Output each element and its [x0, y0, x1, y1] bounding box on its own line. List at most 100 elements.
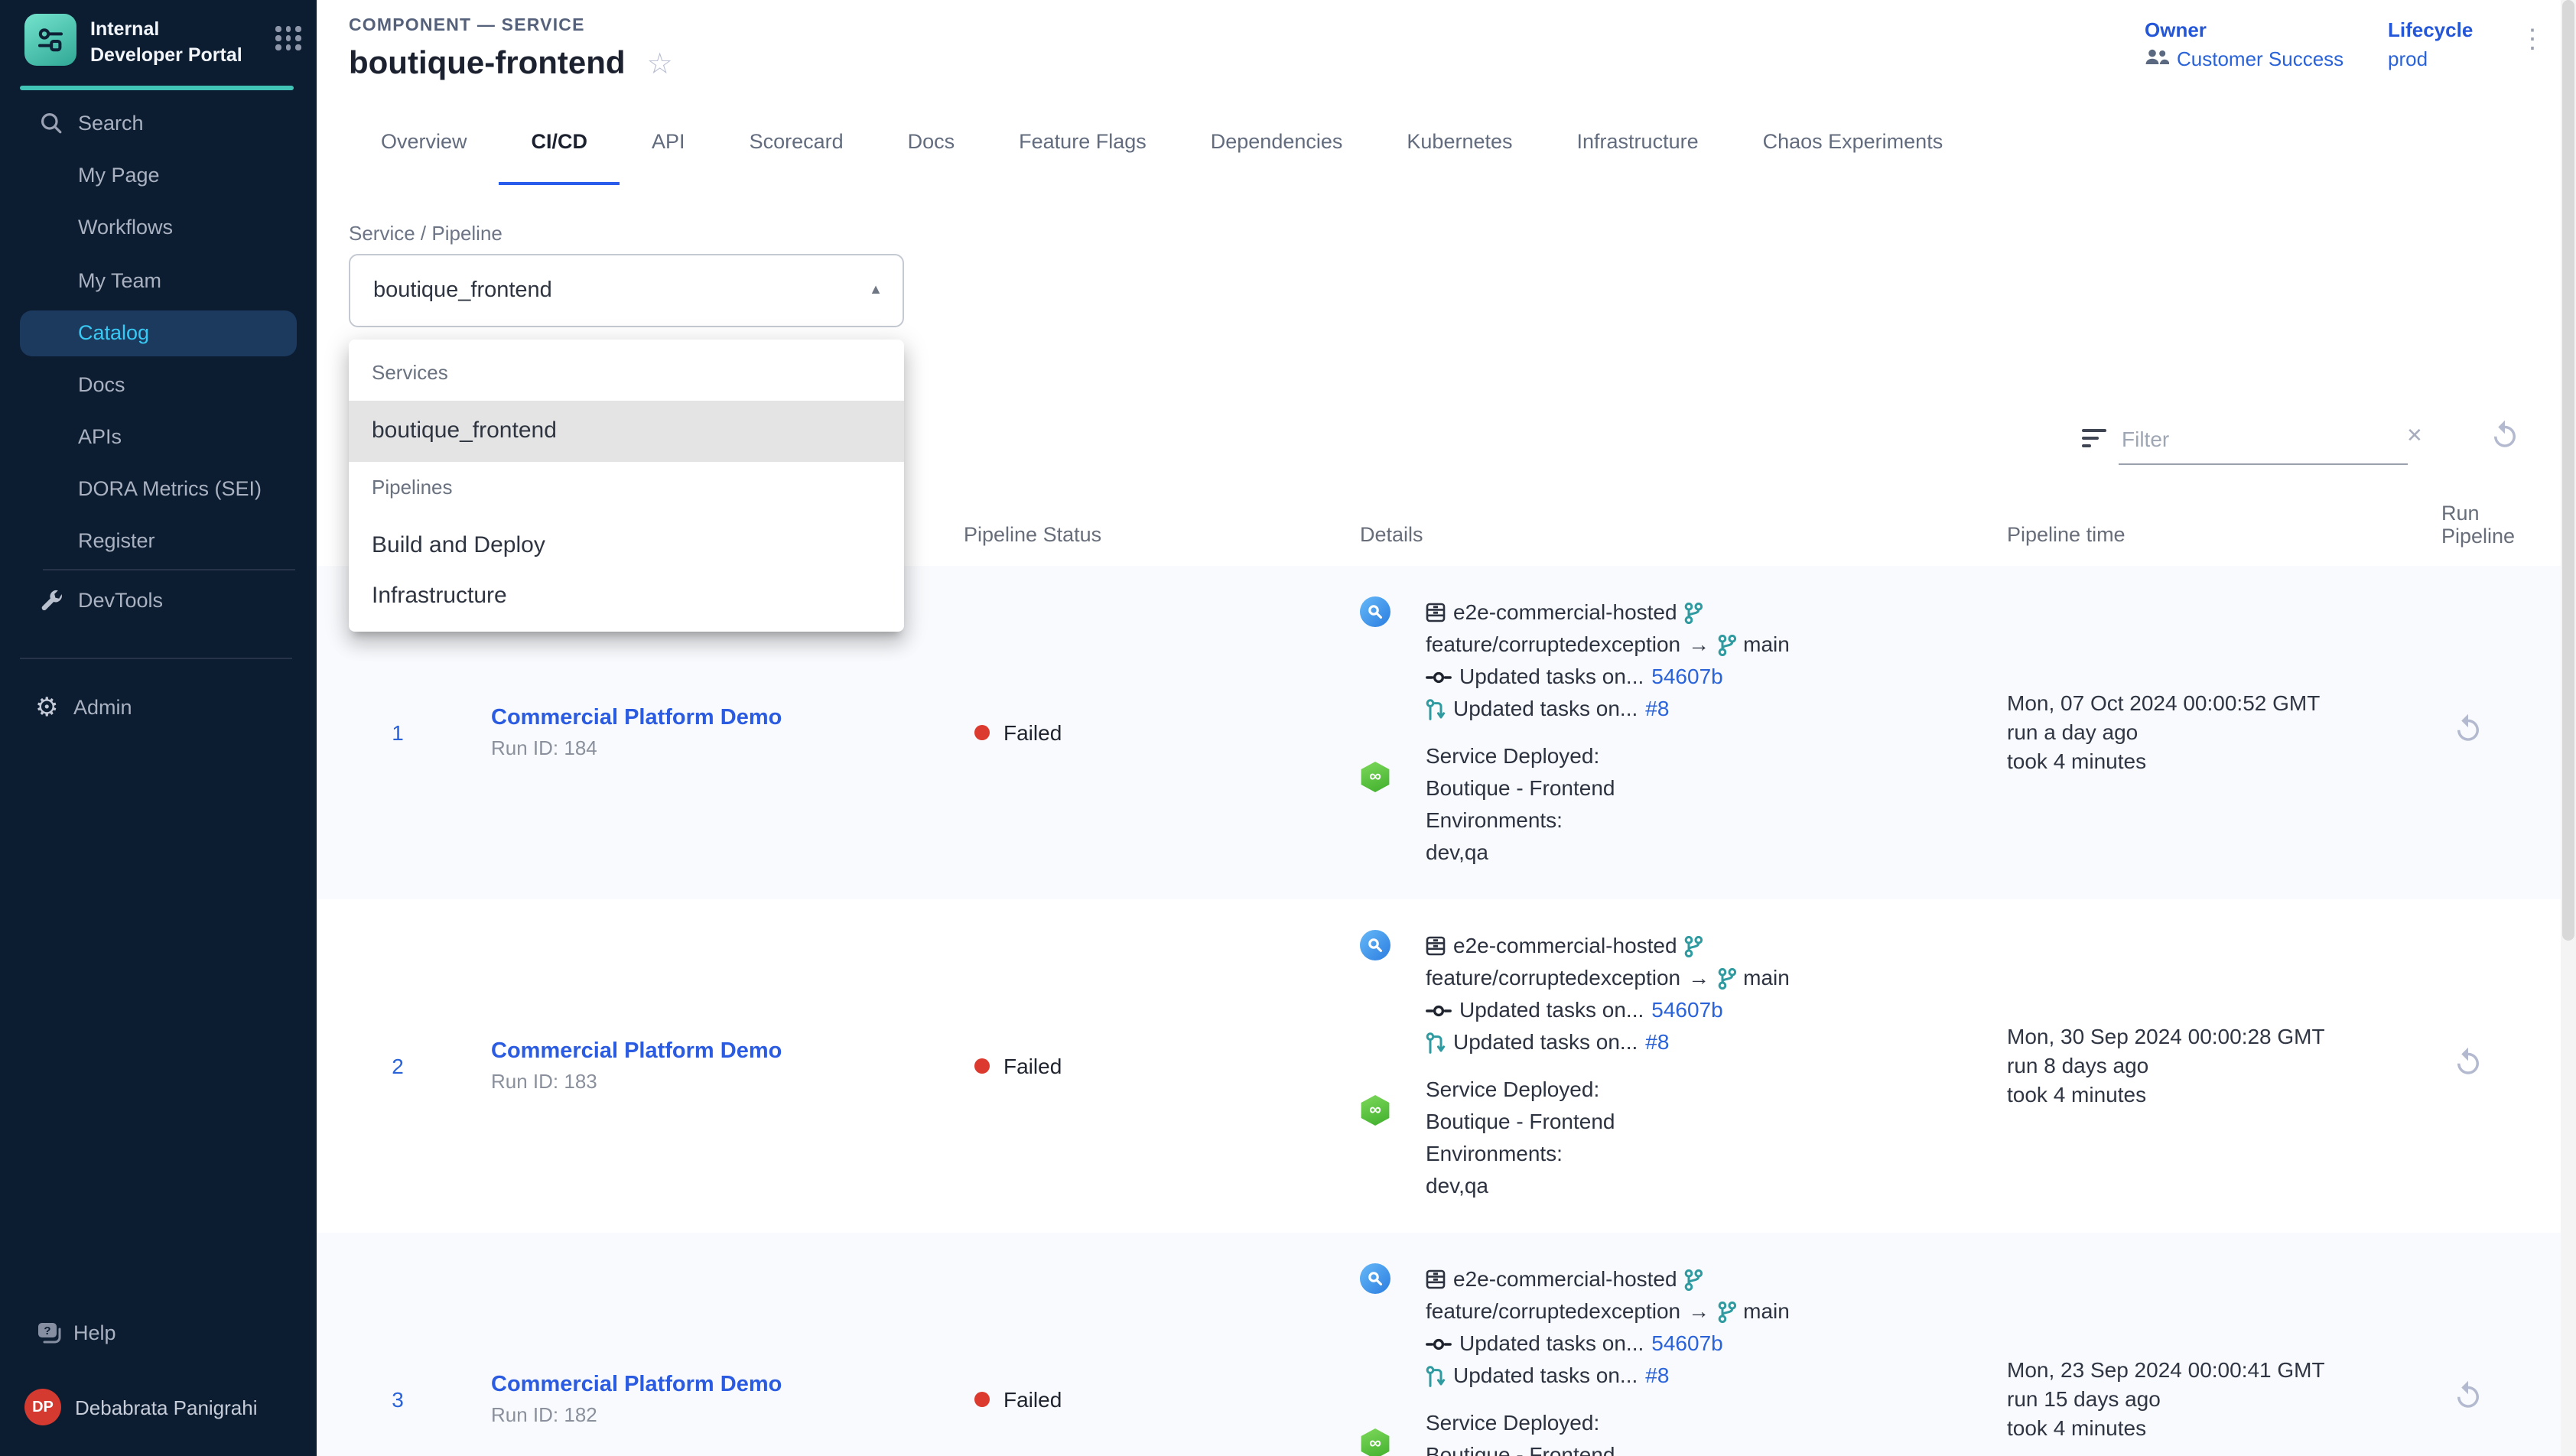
scrollbar-thumb[interactable] [2562, 0, 2574, 941]
tab-chaos-experiments[interactable]: Chaos Experiments [1731, 98, 1976, 185]
sidebar-divider [43, 569, 295, 570]
branch-icon [1685, 1269, 1703, 1290]
search-icon [40, 112, 63, 145]
cd-module-icon: ∞ [1360, 1428, 1390, 1456]
tab-infrastructure[interactable]: Infrastructure [1545, 98, 1731, 185]
ci-module-icon [1360, 1263, 1390, 1294]
help-chat-icon: ? [37, 1321, 63, 1357]
filter-input[interactable] [2119, 414, 2408, 465]
status-label: Failed [1003, 720, 1062, 745]
cd-module-icon: ∞ [1360, 762, 1390, 792]
ci-module-icon [1360, 596, 1390, 627]
pipeline-select[interactable]: boutique_frontend ▲ [349, 254, 904, 327]
run-id: Run ID: 182 [491, 1403, 782, 1426]
lifecycle-value: prod [2388, 47, 2473, 70]
branch-icon [1685, 935, 1703, 957]
pipeline-run-row-3: 3 Commercial Platform Demo Run ID: 182 F… [317, 1233, 2561, 1456]
tab-kubernetes[interactable]: Kubernetes [1374, 98, 1544, 185]
menu-option-infrastructure[interactable]: Infrastructure [349, 566, 904, 627]
user-menu[interactable]: DP Debabrata Panigrahi [24, 1389, 304, 1425]
branch-icon [1717, 967, 1735, 989]
status-cell: Failed [974, 720, 1062, 745]
entity-tabs: Overview CI/CD API Scorecard Docs Featur… [349, 98, 1975, 185]
tab-feature-flags[interactable]: Feature Flags [987, 98, 1179, 185]
favorite-star-icon[interactable]: ☆ [647, 50, 673, 79]
people-icon [2145, 47, 2169, 70]
main-area: COMPONENT — SERVICE boutique-frontend ☆ … [317, 0, 2576, 1456]
status-cell: Failed [974, 1054, 1062, 1078]
ci-module-icon [1360, 930, 1390, 960]
refresh-table-icon[interactable] [2489, 419, 2521, 459]
pipeline-name-cell: Commercial Platform Demo Run ID: 183 [491, 1039, 782, 1093]
commit-link[interactable]: 54607b [1651, 1328, 1722, 1360]
commit-link[interactable]: 54607b [1651, 994, 1722, 1026]
branch-icon [1717, 634, 1735, 655]
pipeline-run-row-2: 2 Commercial Platform Demo Run ID: 183 F… [317, 899, 2561, 1233]
repository-icon [1426, 936, 1446, 956]
pipeline-name-link[interactable]: Commercial Platform Demo [491, 706, 782, 730]
clear-filter-icon[interactable]: ✕ [2406, 424, 2423, 448]
sidebar-item-catalog-active[interactable]: Catalog [20, 310, 297, 356]
pr-link[interactable]: #8 [1645, 1026, 1669, 1058]
repository-icon [1426, 603, 1446, 622]
filter-funnel-icon [2082, 428, 2106, 456]
rerun-pipeline-icon[interactable] [2452, 713, 2484, 752]
pipeline-name-link[interactable]: Commercial Platform Demo [491, 1373, 782, 1397]
lifecycle-meta: Lifecycle prod [2388, 18, 2473, 70]
lifecycle-label: Lifecycle [2388, 18, 2473, 41]
harness-idp-logo-icon [24, 14, 76, 66]
arrow-right-icon: → [1688, 962, 1709, 994]
sidebar-item-register[interactable]: Register [0, 525, 317, 558]
failed-status-dot [974, 1058, 990, 1074]
rerun-pipeline-icon[interactable] [2452, 1046, 2484, 1086]
tab-api[interactable]: API [620, 98, 717, 185]
kebab-menu-icon[interactable]: ⋮ [2519, 24, 2545, 55]
sidebar-item-devtools[interactable]: DevTools [0, 584, 317, 618]
cicd-content: Service / Pipeline boutique_frontend ▲ S… [317, 185, 2576, 1456]
tab-scorecard[interactable]: Scorecard [717, 98, 876, 185]
sidebar-item-docs[interactable]: Docs [0, 369, 317, 402]
page-title: boutique-frontend [349, 46, 626, 83]
pipeline-name-cell: Commercial Platform Demo Run ID: 184 [491, 706, 782, 759]
sidebar-item-search[interactable]: Search [0, 107, 317, 141]
rerun-pipeline-icon[interactable] [2452, 1380, 2484, 1419]
services-group-header: Services [372, 361, 448, 384]
pr-link[interactable]: #8 [1645, 693, 1669, 725]
sidebar-item-my-team[interactable]: My Team [0, 265, 317, 298]
owner-label: Owner [2145, 18, 2343, 41]
sidebar-item-help[interactable]: ? Help [0, 1317, 317, 1350]
sidebar-item-admin[interactable]: ⚙ Admin [0, 691, 317, 725]
tab-docs[interactable]: Docs [876, 98, 987, 185]
pull-request-icon [1426, 1032, 1446, 1053]
owner-meta: Owner Customer Success [2145, 18, 2343, 70]
branch-icon [1685, 602, 1703, 623]
app-window: Internal Developer Portal Search My Page… [0, 0, 2576, 1456]
cd-module-icon: ∞ [1360, 1095, 1390, 1126]
owner-link[interactable]: Customer Success [2145, 47, 2343, 70]
pipeline-time-cell: Mon, 07 Oct 2024 00:00:52 GMT run a day … [2007, 689, 2320, 776]
menu-option-boutique-frontend[interactable]: boutique_frontend [349, 401, 904, 462]
row-index: 3 [384, 1387, 411, 1412]
module-grid-icon[interactable] [275, 26, 301, 50]
status-cell: Failed [974, 1387, 1062, 1412]
brand-title: Internal Developer Portal [90, 14, 246, 67]
tab-dependencies[interactable]: Dependencies [1179, 98, 1375, 185]
pipeline-name-link[interactable]: Commercial Platform Demo [491, 1039, 782, 1064]
pipeline-select-label: Service / Pipeline [349, 222, 503, 245]
sidebar-item-my-page[interactable]: My Page [0, 159, 317, 193]
pipeline-time-cell: Mon, 23 Sep 2024 00:00:41 GMT run 15 day… [2007, 1356, 2325, 1443]
page-scrollbar[interactable] [2561, 0, 2576, 1456]
avatar: DP [24, 1389, 61, 1425]
tab-overview[interactable]: Overview [349, 98, 499, 185]
sidebar-item-dora-metrics[interactable]: DORA Metrics (SEI) [0, 473, 317, 506]
pipeline-name-cell: Commercial Platform Demo Run ID: 182 [491, 1373, 782, 1426]
user-name: Debabrata Panigrahi [75, 1396, 258, 1419]
tab-cicd[interactable]: CI/CD [499, 98, 620, 185]
branch-icon [1717, 1301, 1735, 1322]
pipeline-time-cell: Mon, 30 Sep 2024 00:00:28 GMT run 8 days… [2007, 1022, 2325, 1110]
sidebar-item-apis[interactable]: APIs [0, 421, 317, 454]
pr-link[interactable]: #8 [1645, 1360, 1669, 1392]
arrow-right-icon: → [1688, 1295, 1709, 1328]
sidebar-item-workflows[interactable]: Workflows [0, 211, 317, 245]
commit-link[interactable]: 54607b [1651, 661, 1722, 693]
